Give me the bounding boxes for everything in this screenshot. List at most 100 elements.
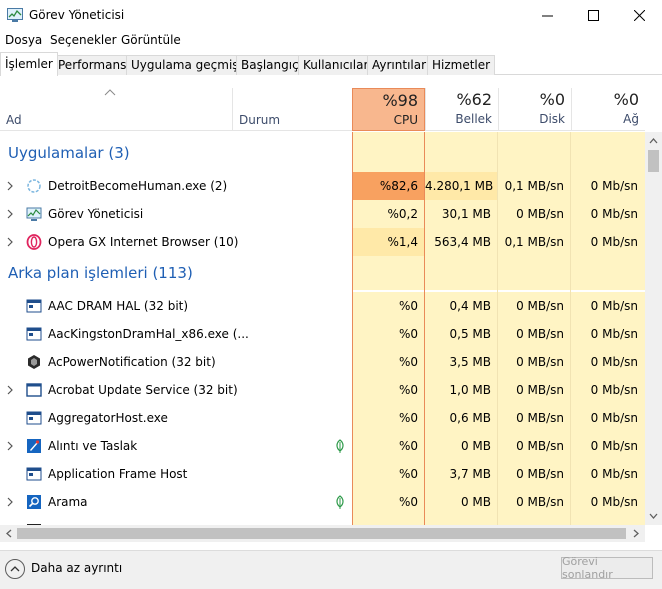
network-cell: 0 Mb/sn (571, 404, 645, 432)
scroll-down-icon[interactable] (645, 509, 662, 523)
cpu-cell: %82,6 (352, 172, 425, 200)
fewer-details-button[interactable] (5, 559, 25, 579)
scroll-right-icon[interactable] (629, 525, 643, 542)
menu-options[interactable]: Seçenekler (50, 33, 117, 47)
close-icon (633, 9, 645, 21)
disk-cell: 0 MB/sn (498, 292, 571, 320)
network-label: Ağ (623, 112, 639, 126)
cpu-label: CPU (393, 113, 418, 127)
chevron-up-icon (10, 566, 20, 572)
memory-cell: 0,6 MB (425, 404, 498, 432)
fewer-details-label[interactable]: Daha az ayrıntı (31, 561, 122, 575)
column-header: Ad Durum %98 CPU %62 Bellek %0 Disk %0 A… (0, 88, 645, 131)
disk-cell: 0 MB/sn (498, 348, 571, 376)
process-list: Uygulamalar (3) DetroitBecomeHuman.exe (… (0, 132, 645, 525)
chevron-right-icon[interactable] (7, 497, 14, 507)
network-cell: 0 Mb/sn (571, 376, 645, 404)
disk-label: Disk (539, 112, 565, 126)
column-divider (570, 132, 571, 525)
window-app-icon (26, 467, 42, 481)
disk-cell: 0 MB/sn (498, 432, 571, 460)
tab-app-history[interactable]: Uygulama geçmişi (126, 55, 247, 75)
end-task-button[interactable]: Görevi sonlandır (561, 555, 653, 581)
cpu-total: %98 (382, 91, 418, 110)
column-memory[interactable]: %62 Bellek (425, 88, 498, 131)
cpu-cell: %1,4 (352, 228, 425, 256)
memory-cell: 563,4 MB (425, 228, 498, 256)
table-row[interactable]: Opera GX Internet Browser (10) %1,4 563,… (0, 228, 645, 256)
table-row[interactable]: Alıntı ve Taslak %0 0 MB 0 MB/sn 0 Mb/sn (0, 432, 645, 460)
tab-details[interactable]: Ayrıntılar (367, 55, 432, 75)
cpu-cell: %0 (352, 488, 425, 516)
sort-up-icon (104, 89, 116, 96)
table-row[interactable]: Arama %0 0 MB 0 MB/sn 0 Mb/sn (0, 488, 645, 516)
horizontal-scrollbar[interactable] (0, 525, 645, 542)
scroll-up-icon[interactable] (645, 134, 662, 148)
close-button[interactable] (616, 0, 662, 30)
network-cell: 0 Mb/sn (571, 292, 645, 320)
vertical-scrollbar[interactable] (645, 132, 662, 525)
table-row[interactable]: AacKingstonDramHal_x86.exe (... %0 0,5 M… (0, 320, 645, 348)
column-name[interactable]: Ad (6, 113, 22, 127)
network-cell: 0 Mb/sn (571, 228, 645, 256)
table-row[interactable]: DetroitBecomeHuman.exe (2) %82,6 4.280,1… (0, 172, 645, 200)
menu-view[interactable]: Görüntüle (121, 33, 181, 47)
column-network[interactable]: %0 Ağ (571, 88, 645, 131)
tab-startup[interactable]: Başlangıç (236, 55, 304, 75)
memory-cell: 4.280,1 MB (425, 172, 498, 200)
minimize-icon (541, 15, 553, 16)
network-cell-partial (571, 516, 645, 525)
table-row[interactable]: Application Frame Host %0 3,7 MB 0 MB/sn… (0, 460, 645, 488)
tab-users[interactable]: Kullanıcılar (298, 55, 374, 75)
process-name: AggregatorHost.exe (48, 411, 168, 425)
cpu-column-edge-right (424, 132, 425, 525)
chevron-right-icon[interactable] (7, 441, 14, 451)
cpu-column-edge-left (352, 132, 353, 525)
process-name: DetroitBecomeHuman.exe (2) (48, 179, 228, 193)
disk-cell: 0,1 MB/sn (498, 228, 571, 256)
table-row[interactable]: Görev Yöneticisi %0,2 30,1 MB 0 MB/sn 0 … (0, 200, 645, 228)
chevron-right-icon[interactable] (7, 237, 14, 247)
chevron-right-icon[interactable] (7, 385, 14, 395)
table-row[interactable]: AAC DRAM HAL (32 bit) %0 0,4 MB 0 MB/sn … (0, 292, 645, 320)
cpu-cell: %0 (352, 432, 425, 460)
table-row[interactable]: AcPowerNotification (32 bit) %0 3,5 MB 0… (0, 348, 645, 376)
memory-cell: 30,1 MB (425, 200, 498, 228)
minimize-button[interactable] (524, 0, 570, 30)
group-header-apps[interactable]: Uygulamalar (3) (0, 132, 645, 172)
column-disk[interactable]: %0 Disk (498, 88, 571, 131)
disk-cell: 0 MB/sn (498, 376, 571, 404)
table-row[interactable]: Acrobat Update Service (32 bit) %0 1,0 M… (0, 376, 645, 404)
chevron-right-icon[interactable] (7, 209, 14, 219)
scroll-left-icon[interactable] (2, 525, 16, 542)
chevron-right-icon[interactable] (7, 181, 14, 191)
group-header-background[interactable]: Arka plan işlemleri (113) (0, 256, 645, 290)
maximize-button[interactable] (570, 0, 616, 30)
memory-total: %62 (456, 90, 492, 109)
column-cpu[interactable]: %98 CPU (352, 88, 425, 131)
table-row[interactable]: AggregatorHost.exe %0 0,6 MB 0 MB/sn 0 M… (0, 404, 645, 432)
column-divider (497, 132, 498, 525)
cpu-cell: %0,2 (352, 200, 425, 228)
disk-cell: 0 MB/sn (498, 200, 571, 228)
group-cpu-bg (352, 132, 425, 172)
tab-processes[interactable]: İşlemler (0, 52, 58, 76)
memory-cell: 1,0 MB (425, 376, 498, 404)
disk-cell: 0 MB/sn (498, 320, 571, 348)
memory-cell: 0,5 MB (425, 320, 498, 348)
network-cell: 0 Mb/sn (571, 320, 645, 348)
group-disk-bg (498, 132, 571, 172)
horizontal-scroll-thumb[interactable] (17, 528, 626, 539)
menu-file[interactable]: Dosya (5, 33, 42, 47)
table-row-partial[interactable] (0, 516, 645, 525)
column-status-area[interactable]: Durum (232, 88, 352, 131)
hex-icon (28, 355, 40, 369)
disk-cell-partial (498, 516, 571, 525)
cpu-cell: %0 (352, 376, 425, 404)
network-cell: 0 Mb/sn (571, 460, 645, 488)
vertical-scroll-thumb[interactable] (648, 150, 659, 172)
group-mem-bg (425, 256, 498, 290)
process-name: Görev Yöneticisi (48, 207, 144, 221)
tab-performance[interactable]: Performans (53, 55, 132, 75)
tab-services[interactable]: Hizmetler (427, 55, 496, 75)
